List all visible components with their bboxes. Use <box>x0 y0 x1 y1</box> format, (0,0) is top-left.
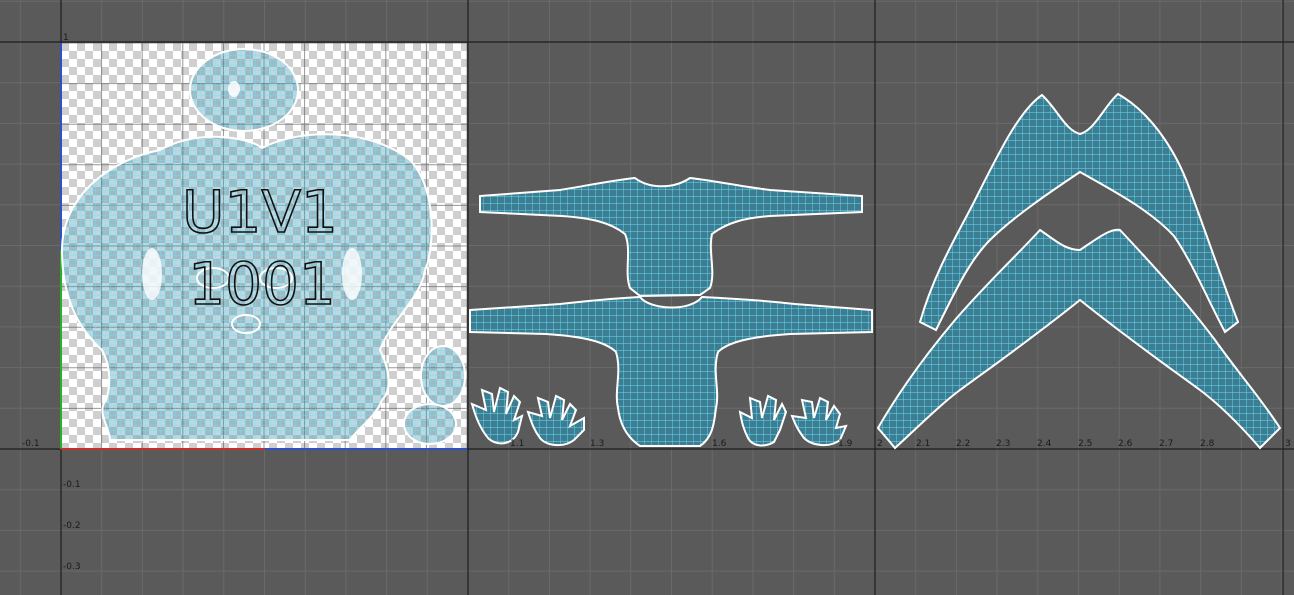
ear-shell-right[interactable] <box>420 345 466 407</box>
u-label: 1.9 <box>838 439 853 449</box>
u-label: 1.3 <box>590 439 604 449</box>
u-label: 2 <box>877 439 883 449</box>
u-label: 3 <box>1285 439 1291 449</box>
u-label: 2.3 <box>996 439 1010 449</box>
u-label: 2.7 <box>1159 439 1173 449</box>
uv-editor-viewport[interactable]: U1V1 1001 -0.1 1.1 1.3 1.6 1.9 2 2.1 2.2… <box>0 0 1294 595</box>
hand-shell-3[interactable] <box>738 394 788 447</box>
v-label: 1 <box>63 33 69 43</box>
u-label: 2.4 <box>1037 439 1052 449</box>
v-label: -0.2 <box>63 521 81 531</box>
u-label: 1.1 <box>510 439 524 449</box>
tile-label-u1v1: U1V1 <box>182 178 338 246</box>
tile-label-1001: 1001 <box>188 250 336 318</box>
eye-hole-right <box>342 248 362 300</box>
u-label: 2.1 <box>916 439 930 449</box>
v-label: -0.1 <box>63 480 81 490</box>
hand-shell-1[interactable] <box>470 386 524 445</box>
u-label: 2.2 <box>956 439 970 449</box>
v-label: -0.3 <box>63 562 81 572</box>
u-label: 2.6 <box>1118 439 1133 449</box>
sleeve-back-shell[interactable] <box>479 176 863 298</box>
head-top-shell[interactable] <box>189 48 299 132</box>
u-label: 2.8 <box>1200 439 1215 449</box>
u-label: 1.6 <box>712 439 727 449</box>
head-top-hole <box>228 81 240 97</box>
ear-shell-left[interactable] <box>403 403 457 445</box>
u-label: 2.5 <box>1078 439 1092 449</box>
eye-hole-left <box>142 248 162 300</box>
u-label: -0.1 <box>22 439 40 449</box>
hand-shell-2[interactable] <box>526 394 585 446</box>
